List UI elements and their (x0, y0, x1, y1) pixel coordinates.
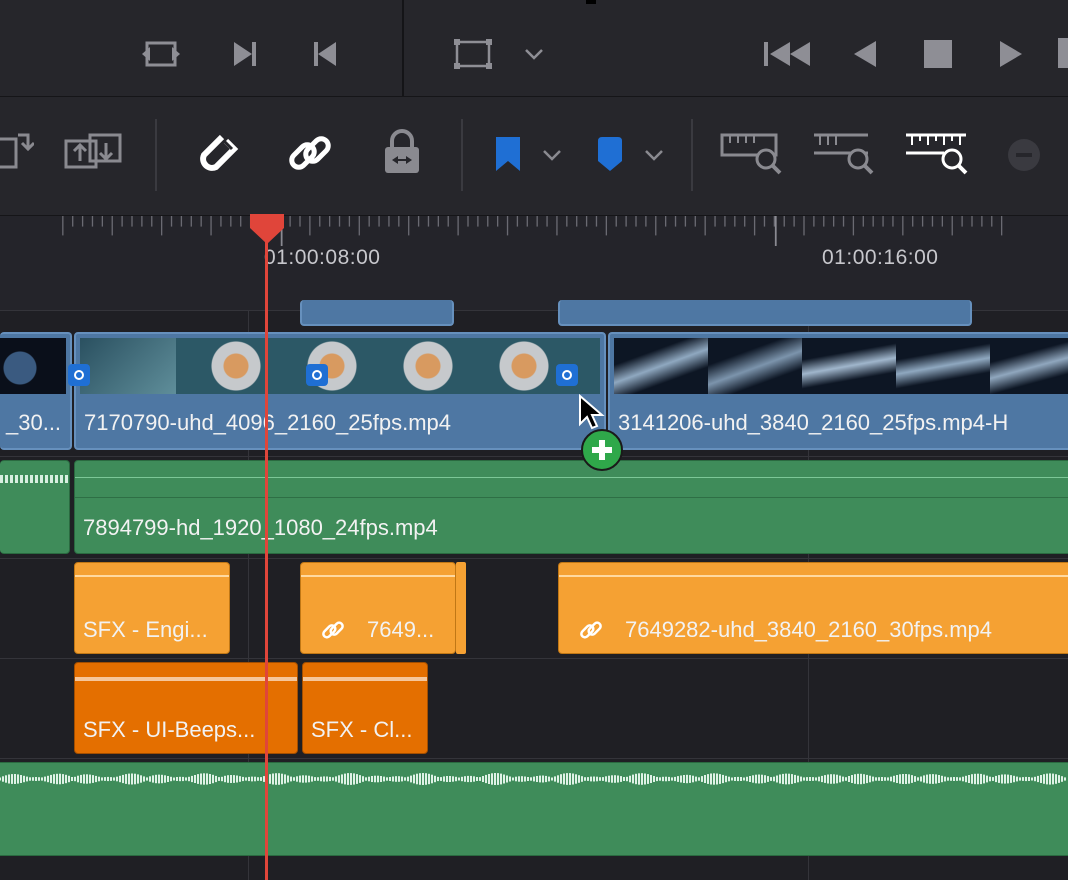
audio-clip[interactable] (0, 460, 70, 554)
overwrite-clip-icon[interactable] (60, 121, 132, 181)
timecode-label: 01:00:08:00 (264, 246, 381, 269)
transform-icon[interactable] (450, 34, 496, 74)
clip-thumbnails (614, 338, 1068, 394)
clip-marker[interactable] (68, 364, 90, 386)
audio-waveform (75, 575, 229, 577)
thumbnail-asteroids (896, 338, 990, 394)
go-to-start-icon[interactable] (760, 34, 814, 74)
marker-dropdown-chevron-icon[interactable] (640, 141, 668, 169)
top-notch (586, 0, 596, 4)
toolbar-divider (691, 119, 693, 191)
insert-clip-icon[interactable] (0, 121, 34, 181)
audio-clip[interactable]: 7649282-uhd_3840_2160_30fps.mp4 (558, 562, 1068, 654)
thumbnail-astronaut (176, 338, 272, 394)
thumbnail-astronaut (464, 338, 560, 394)
match-frame-icon[interactable] (138, 34, 184, 74)
video-clip[interactable]: 7170790-uhd_4096_2160_25fps.mp4 (74, 332, 606, 450)
stop-icon[interactable] (918, 34, 958, 74)
add-clip-badge-icon (581, 429, 623, 471)
video-clip[interactable] (558, 300, 972, 326)
video-clip[interactable] (300, 300, 454, 326)
zoom-out-icon[interactable] (1006, 137, 1042, 173)
edit-toolbar (0, 97, 1068, 216)
flag-icon[interactable] (488, 133, 528, 177)
clip-trim-handle[interactable] (456, 562, 466, 654)
loop-icon[interactable] (1058, 38, 1068, 68)
toolbar-divider (155, 119, 157, 191)
clip-thumbnails (80, 338, 600, 394)
video-clip[interactable]: _30... (0, 332, 72, 450)
clip-label: 3141206-uhd_3840_2160_25fps.mp4-H (618, 410, 1009, 435)
thumbnail-astronaut (80, 338, 176, 394)
video-clip[interactable]: 3141206-uhd_3840_2160_25fps.mp4-H (608, 332, 1068, 450)
clip-marker[interactable] (556, 364, 578, 386)
linked-selection-icon[interactable] (282, 125, 338, 181)
ruler-ticks (62, 216, 1003, 246)
thumbnail-planet (0, 338, 66, 394)
clip-label: SFX - UI-Beeps... (83, 717, 256, 742)
thumbnail-asteroids (614, 338, 708, 394)
clip-label: 7894799-hd_1920_1080_24fps.mp4 (83, 515, 438, 540)
clip-label: SFX - Cl... (311, 717, 413, 742)
thumbnail-astronaut (368, 338, 464, 394)
zoom-detail-icon[interactable] (808, 127, 878, 181)
flag-dropdown-chevron-icon[interactable] (538, 141, 566, 169)
play-icon[interactable] (994, 34, 1030, 74)
playhead-line[interactable] (265, 226, 268, 880)
zoom-full-icon[interactable] (716, 127, 786, 181)
thumbnail-asteroids (708, 338, 802, 394)
thumbnail-asteroids (990, 338, 1068, 394)
reverse-play-icon[interactable] (846, 34, 882, 74)
audio-waveform (303, 677, 427, 681)
transport-bar (0, 0, 1068, 97)
link-icon (580, 621, 602, 639)
clip-label: 7649282-uhd_3840_2160_30fps.mp4 (625, 617, 992, 642)
track-volume-line (75, 497, 1068, 498)
thumbnail-asteroids (802, 338, 896, 394)
timecode-label: 01:00:16:00 (822, 246, 939, 269)
toolbar-divider (461, 119, 463, 191)
link-icon (322, 621, 344, 639)
audio-clip[interactable]: 7894799-hd_1920_1080_24fps.mp4 (74, 460, 1068, 554)
next-edit-icon[interactable] (228, 34, 262, 74)
music-audio-clip[interactable] (0, 762, 1068, 856)
audio-waveform (0, 773, 1066, 785)
transform-dropdown-chevron-icon[interactable] (520, 40, 548, 68)
audio-clip[interactable]: SFX - Cl... (302, 662, 428, 754)
audio-waveform (559, 575, 1068, 577)
track-separator (0, 456, 1068, 457)
clip-label: SFX - Engi... (83, 617, 208, 642)
audio-waveform (301, 575, 455, 577)
position-lock-icon[interactable] (376, 125, 428, 181)
previous-edit-icon[interactable] (308, 34, 342, 74)
track-separator (0, 658, 1068, 659)
clip-thumbnails (0, 338, 66, 394)
audio-clip[interactable]: 7649... (300, 562, 456, 654)
audio-waveform (75, 477, 1068, 478)
transport-divider (402, 0, 404, 96)
clip-label: 7649... (367, 617, 435, 642)
zoom-custom-icon[interactable] (900, 127, 976, 181)
marker-icon[interactable] (590, 133, 630, 177)
playhead-handle[interactable] (248, 214, 286, 244)
clip-label: _30... (6, 410, 62, 435)
track-separator (0, 558, 1068, 559)
audio-clip[interactable]: SFX - Engi... (74, 562, 230, 654)
snapping-magnet-icon[interactable] (192, 125, 246, 181)
clip-marker[interactable] (306, 364, 328, 386)
track-separator (0, 758, 1068, 759)
audio-waveform (0, 475, 69, 483)
